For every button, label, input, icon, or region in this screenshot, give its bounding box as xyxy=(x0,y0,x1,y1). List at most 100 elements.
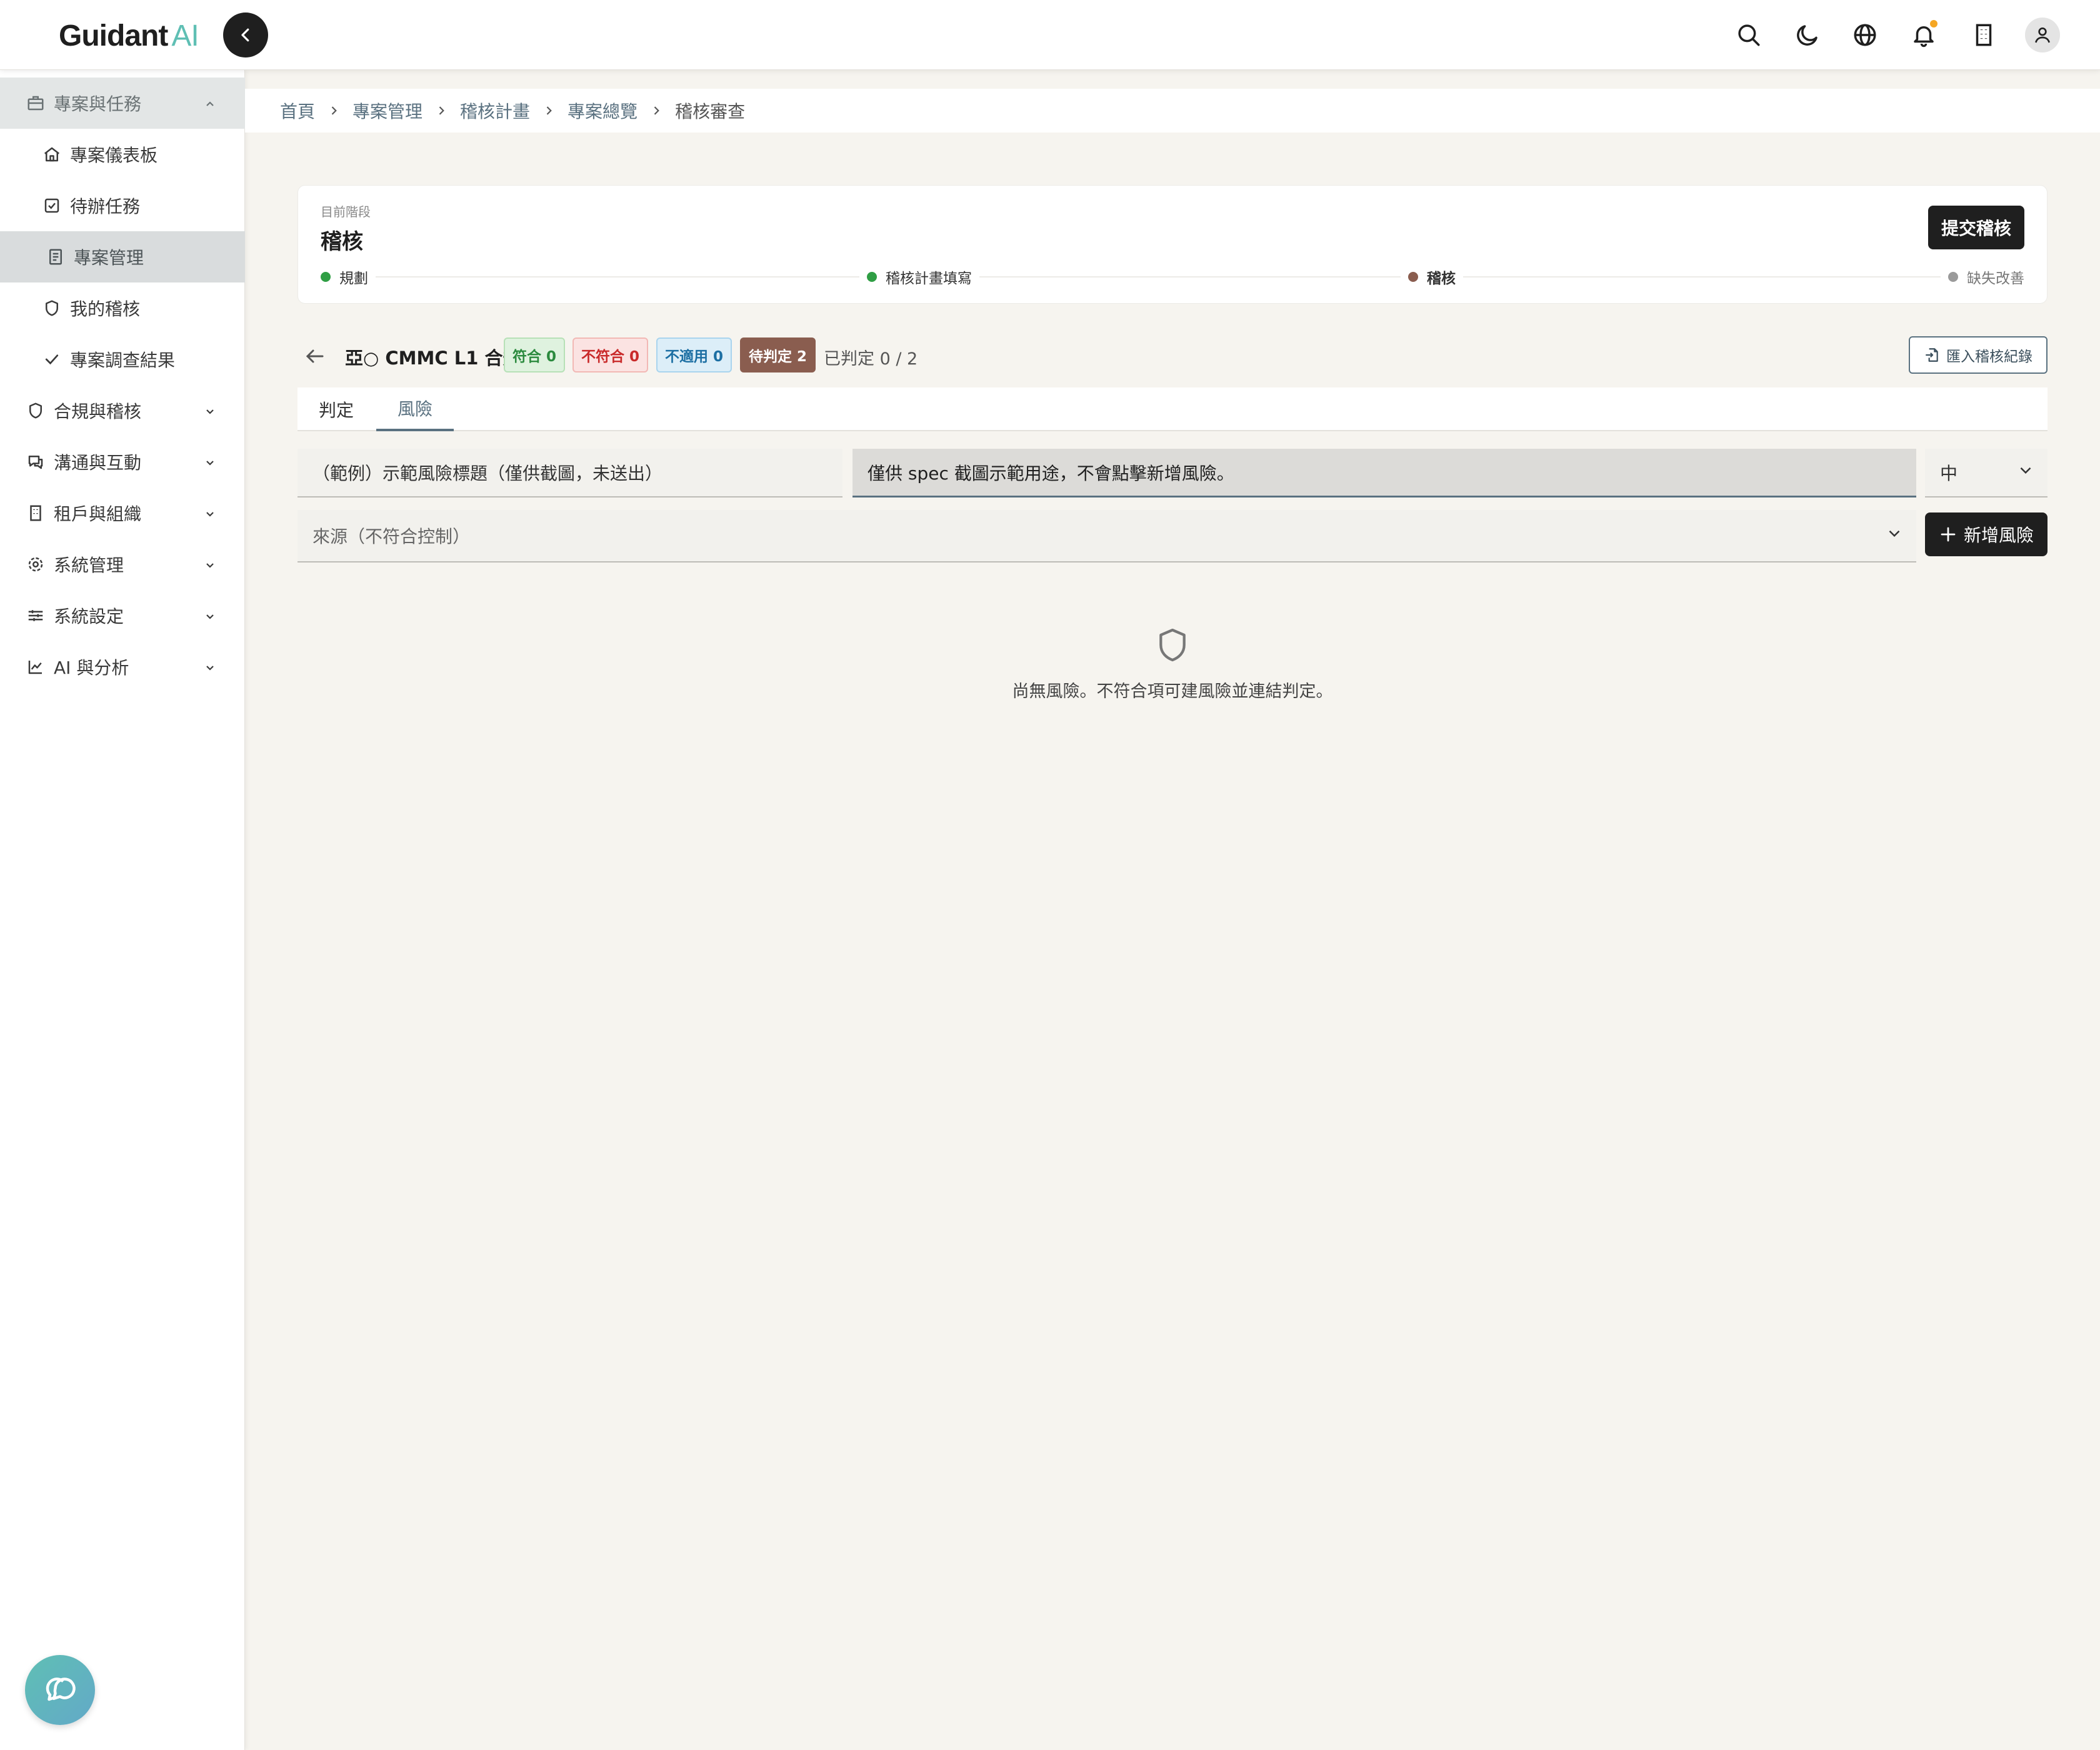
stage-step-label: 缺失改善 xyxy=(1967,271,2024,287)
risk-source-select[interactable]: 來源（不符合控制） xyxy=(298,510,1916,562)
plus-icon xyxy=(1941,527,1956,542)
submit-audit-button[interactable]: 提交稽核 xyxy=(1928,206,2024,249)
sidebar-group-system-admin[interactable]: 系統管理 xyxy=(0,539,245,590)
chevron-down-icon xyxy=(1885,524,1904,548)
user-menu-button[interactable] xyxy=(2025,18,2060,52)
chat-icon xyxy=(25,451,46,472)
sidebar-group-communication[interactable]: 溝通與互動 xyxy=(0,436,245,488)
sidebar-group-ai-analytics[interactable]: AI 與分析 xyxy=(0,641,245,692)
chevron-down-icon xyxy=(202,608,218,628)
sidebar-group-system-settings[interactable]: 系統設定 xyxy=(0,590,245,641)
theme-toggle-button[interactable] xyxy=(1790,18,1825,52)
organization-button[interactable] xyxy=(1966,18,2001,52)
checkbox-icon xyxy=(41,195,62,216)
sidebar-item-project-management[interactable]: 專案管理 xyxy=(0,231,245,282)
risk-description-input[interactable]: 僅供 spec 截圖示範用途，不會點擊新增風險。 xyxy=(852,449,1916,498)
chevron-left-icon xyxy=(241,28,249,42)
status-badge-compliant: 符合 0 xyxy=(504,338,566,372)
risk-level-select[interactable]: 中 xyxy=(1925,449,2048,498)
import-button-label: 匯入稽核紀錄 xyxy=(1946,349,2032,365)
logo-name: Guidant xyxy=(59,19,168,52)
avatar xyxy=(2025,18,2060,52)
status-dot xyxy=(867,272,877,282)
app-logo[interactable]: Guidant AI xyxy=(59,19,199,53)
stage-step-remediation: 缺失改善 xyxy=(1941,266,2024,288)
breadcrumb-project-overview[interactable]: 專案總覽 xyxy=(568,98,638,123)
chevron-right-icon xyxy=(328,104,340,117)
breadcrumb-home[interactable]: 首頁 xyxy=(280,98,315,123)
notifications-button[interactable] xyxy=(1906,18,1941,52)
add-risk-label: 新增風險 xyxy=(1963,525,2034,546)
sidebar-group-tenants[interactable]: 租戶與組織 xyxy=(0,488,245,539)
tab-judgment[interactable]: 判定 xyxy=(298,388,375,431)
sidebar-group-projects[interactable]: 專案與任務 xyxy=(0,78,245,129)
tab-bar: 判定 風險 xyxy=(298,388,2048,431)
breadcrumb-audit-plan[interactable]: 稽核計畫 xyxy=(460,98,530,123)
sidebar-group-label: AI 與分析 xyxy=(54,658,129,678)
stage-progress: 規劃 稽核計畫填寫 稽核 缺失改善 xyxy=(321,266,2024,288)
arrow-left-icon xyxy=(306,349,324,363)
stage-step-label: 稽核計畫填寫 xyxy=(886,271,972,287)
notification-dot xyxy=(1930,20,1938,28)
stage-step-plan-fill: 稽核計畫填寫 xyxy=(859,266,979,288)
breadcrumb-current: 稽核審查 xyxy=(675,101,746,122)
chevron-down-icon xyxy=(202,402,218,423)
sidebar-item-findings[interactable]: 專案調查結果 xyxy=(0,334,245,385)
shield-icon xyxy=(41,298,62,319)
language-button[interactable] xyxy=(1848,18,1882,52)
building-icon xyxy=(1976,24,1992,46)
status-badge-noncompliant: 不符合 0 xyxy=(572,338,649,372)
sidebar-item-label: 待辦任務 xyxy=(70,196,141,217)
breadcrumb-project-management[interactable]: 專案管理 xyxy=(352,98,422,123)
sidebar-group-compliance[interactable]: 合規與稽核 xyxy=(0,385,245,436)
stage-label: 目前階段 xyxy=(321,204,371,219)
status-dot xyxy=(1408,272,1418,282)
sidebar-group-label: 租戶與組織 xyxy=(54,504,142,524)
tab-risk[interactable]: 風險 xyxy=(376,388,454,431)
status-badge-pending: 待判定 2 xyxy=(740,338,816,372)
stage-step-audit: 稽核 xyxy=(1401,266,1463,288)
chevron-right-icon xyxy=(650,104,662,117)
judged-count: 已判定 0 / 2 xyxy=(824,349,918,369)
chevron-down-icon xyxy=(202,556,218,577)
chevron-right-icon xyxy=(542,104,555,117)
empty-state: 尚無風險。不符合項可建風險並連結判定。 xyxy=(298,625,2048,702)
sidebar-item-todo[interactable]: 待辦任務 xyxy=(0,180,245,231)
building-icon xyxy=(25,502,46,524)
stage-step-label: 稽核 xyxy=(1427,271,1456,287)
chevron-right-icon xyxy=(435,104,448,117)
risk-level-value: 中 xyxy=(1940,463,1958,484)
collapse-sidebar-button[interactable] xyxy=(223,12,268,58)
search-icon xyxy=(1738,24,1760,46)
top-bar: Guidant AI xyxy=(0,0,2100,70)
sidebar-item-label: 專案儀表板 xyxy=(70,145,158,166)
chevron-down-icon xyxy=(202,659,218,679)
sliders-icon xyxy=(25,605,46,626)
back-button[interactable] xyxy=(304,345,326,370)
shield-icon xyxy=(1152,625,1192,668)
sidebar-item-project-dashboard[interactable]: 專案儀表板 xyxy=(0,129,245,180)
project-title: 亞○ CMMC L1 合規 xyxy=(345,348,521,369)
chevron-down-icon xyxy=(202,454,218,474)
breadcrumb: 首頁 專案管理 稽核計畫 專案總覽 稽核審查 xyxy=(245,89,2100,132)
gear-icon xyxy=(25,554,46,575)
check-icon xyxy=(41,349,62,370)
logo-suffix: AI xyxy=(171,19,199,52)
risk-title-input[interactable]: （範例）示範風險標題（僅供截圖，未送出） xyxy=(298,449,842,498)
chart-line-icon xyxy=(25,656,46,678)
sidebar-group-label: 合規與稽核 xyxy=(54,401,142,422)
import-audit-records-button[interactable]: 匯入稽核紀錄 xyxy=(1909,336,2048,374)
chevron-up-icon xyxy=(202,95,218,116)
chat-icon xyxy=(46,1678,76,1701)
chat-assistant-button[interactable] xyxy=(25,1655,95,1725)
search-button[interactable] xyxy=(1731,18,1766,52)
home-icon xyxy=(41,144,62,165)
sidebar-group-label: 溝通與互動 xyxy=(54,452,142,473)
chevron-down-icon xyxy=(2016,461,2035,484)
status-badge-not-applicable: 不適用 0 xyxy=(656,338,732,372)
moon-icon xyxy=(1797,25,1818,46)
risk-source-placeholder: 來源（不符合控制） xyxy=(312,526,471,547)
sidebar-item-label: 我的稽核 xyxy=(70,299,141,319)
sidebar-item-my-audits[interactable]: 我的稽核 xyxy=(0,282,245,334)
add-risk-button[interactable]: 新增風險 xyxy=(1925,512,2048,556)
